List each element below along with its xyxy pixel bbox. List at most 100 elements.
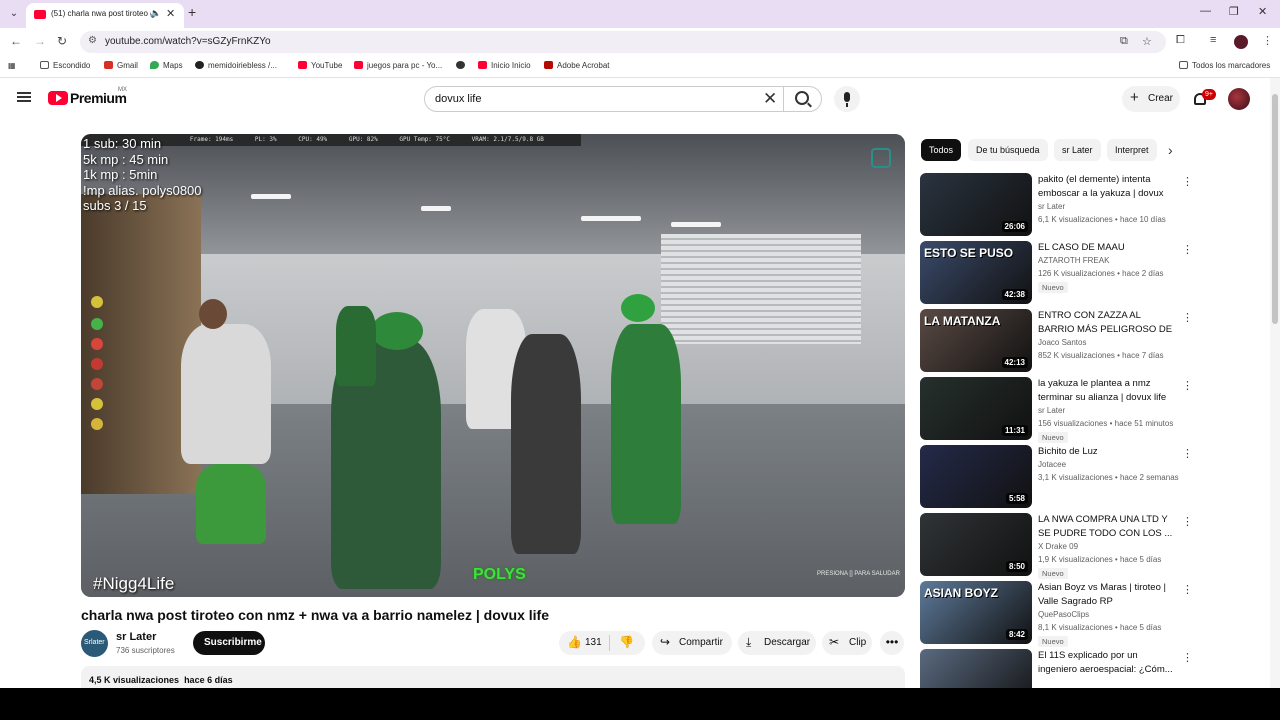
- reload-icon[interactable]: ↻: [57, 34, 67, 48]
- recommendation-card[interactable]: 11:31 la yakuza le plantea a nmz terminar…: [920, 377, 1193, 443]
- download-button[interactable]: ⤓ Descargar: [738, 631, 816, 655]
- recommendation-channel[interactable]: QuePasoClips: [1038, 610, 1089, 619]
- chips-next-chevron-icon[interactable]: ›: [1168, 142, 1173, 158]
- bookmark-star-icon[interactable]: ☆: [1142, 35, 1152, 48]
- browser-menu-icon[interactable]: ⋮: [1262, 34, 1273, 47]
- bookmark-escondido[interactable]: Escondido: [40, 61, 90, 70]
- subscribe-button[interactable]: Suscribirme: [193, 631, 265, 655]
- github-icon: [195, 61, 204, 69]
- recommendation-menu-icon[interactable]: ⋮: [1182, 379, 1193, 392]
- bookmark-youtube[interactable]: YouTube: [298, 61, 342, 70]
- bookmark-acrobat[interactable]: Adobe Acrobat: [544, 61, 609, 70]
- new-tab-icon[interactable]: +: [188, 4, 196, 20]
- recommendation-thumbnail[interactable]: [920, 649, 1032, 688]
- recommendation-menu-icon[interactable]: ⋮: [1182, 651, 1193, 664]
- recommendation-card[interactable]: 26:06 pakito (el demente) intenta embosca…: [920, 173, 1193, 237]
- recommendation-menu-icon[interactable]: ⋮: [1182, 583, 1193, 596]
- recommendation-title[interactable]: Asian Boyz vs Maras | tiroteo | Valle Sa…: [1038, 581, 1174, 608]
- bookmark-gmail[interactable]: Gmail: [104, 61, 138, 70]
- page-scrollbar[interactable]: [1270, 78, 1280, 688]
- channel-avatar[interactable]: Srlater: [81, 630, 108, 657]
- profile-avatar[interactable]: [1234, 35, 1248, 49]
- recommendation-card[interactable]: 8:50 LA NWA COMPRA UNA LTD Y SE PUDRE TOD…: [920, 513, 1193, 579]
- recommendation-thumbnail[interactable]: 8:50: [920, 513, 1032, 576]
- cast-icon[interactable]: ⧉: [1120, 35, 1128, 48]
- recommendation-menu-icon[interactable]: ⋮: [1182, 311, 1193, 324]
- window-close-icon[interactable]: ✕: [1258, 5, 1267, 18]
- channel-name[interactable]: sr Later: [116, 631, 156, 643]
- description-box[interactable]: 4,5 K visualizaciones hace 6 días: [81, 666, 905, 688]
- recommendation-card[interactable]: 5:58 Bichito de Luz Jotacee 3,1 K visualiza…: [920, 445, 1193, 509]
- search-input[interactable]: dovux life: [435, 93, 481, 105]
- recommendation-card[interactable]: LA MATANZA 42:13 ENTRO CON ZAZZA AL BARRIO…: [920, 309, 1193, 373]
- address-bar[interactable]: ⚙ youtube.com/watch?v=sGZyFrnKZYo ⧉ ☆: [80, 31, 1166, 53]
- scrollbar-thumb[interactable]: [1272, 94, 1278, 324]
- recommendation-title[interactable]: LA NWA COMPRA UNA LTD Y SE PUDRE TODO CO…: [1038, 513, 1174, 540]
- recommendation-thumbnail[interactable]: 5:58: [920, 445, 1032, 508]
- recommendation-card[interactable]: ASIAN BOYZ 8:42 Asian Boyz vs Maras | tiro…: [920, 581, 1193, 647]
- recommendation-menu-icon[interactable]: ⋮: [1182, 175, 1193, 188]
- all-bookmarks[interactable]: Todos los marcadores: [1179, 61, 1270, 70]
- recommendation-channel[interactable]: Jotacee: [1038, 460, 1066, 469]
- tab-close-icon[interactable]: ✕: [166, 7, 175, 20]
- recommendation-channel[interactable]: Joaco Santos: [1038, 338, 1086, 347]
- chip-interpret[interactable]: Interpret: [1107, 139, 1157, 161]
- recommendation-channel[interactable]: AZTAROTH FREAK: [1038, 256, 1109, 265]
- recommendation-channel[interactable]: X Drake 09: [1038, 542, 1078, 551]
- recommendation-thumbnail[interactable]: LA MATANZA 42:13: [920, 309, 1032, 372]
- apps-grid-icon[interactable]: ▦: [8, 61, 16, 70]
- create-button[interactable]: + Crear: [1122, 86, 1180, 112]
- youtube-logo-icon[interactable]: [48, 91, 68, 105]
- site-info-icon[interactable]: ⚙: [88, 35, 97, 46]
- restore-icon[interactable]: ❐: [1229, 5, 1239, 18]
- hamburger-menu-icon[interactable]: [17, 92, 31, 102]
- recommendation-card[interactable]: ESTO SE PUSO 42:38 EL CASO DE MAAU AZTAROTH…: [920, 241, 1193, 305]
- bookmark-globe[interactable]: [456, 61, 469, 70]
- recommendation-title[interactable]: la yakuza le plantea a nmz terminar su a…: [1038, 377, 1174, 404]
- share-button[interactable]: ↪ Compartir: [652, 631, 732, 655]
- recommendation-thumbnail[interactable]: 26:06: [920, 173, 1032, 236]
- chip-de-tu-busqueda[interactable]: De tu búsqueda: [968, 139, 1048, 161]
- recommendation-title[interactable]: EL CASO DE MAAU: [1038, 241, 1174, 255]
- recommendation-channel[interactable]: sr Later: [1038, 202, 1065, 211]
- browser-tab[interactable]: (51) charla nwa post tiroteo c 🔈 ✕: [26, 3, 184, 28]
- account-avatar[interactable]: [1228, 88, 1250, 110]
- search-icon[interactable]: [795, 91, 809, 105]
- recommendation-thumbnail[interactable]: ASIAN BOYZ 8:42: [920, 581, 1032, 644]
- recommendation-title[interactable]: Bichito de Luz: [1038, 445, 1174, 459]
- bookmark-juegos[interactable]: juegos para pc - Yo...: [354, 61, 442, 70]
- dislike-thumb-icon[interactable]: 👎: [619, 635, 634, 649]
- like-count[interactable]: 131: [585, 637, 602, 648]
- bookmark-maps[interactable]: Maps: [150, 61, 183, 70]
- recommendation-title[interactable]: El 11S explicado por un ingeniero aeroes…: [1038, 649, 1174, 676]
- bookmark-github[interactable]: memidoiriebless /...: [195, 61, 277, 70]
- minimize-icon[interactable]: —: [1200, 5, 1211, 17]
- back-icon[interactable]: ←: [10, 34, 22, 48]
- forward-icon[interactable]: →: [34, 34, 46, 48]
- tab-search-chevron-icon[interactable]: ⌄: [6, 6, 22, 22]
- recommendation-menu-icon[interactable]: ⋮: [1182, 243, 1193, 256]
- url-text[interactable]: youtube.com/watch?v=sGZyFrnKZYo: [105, 36, 271, 47]
- search-box[interactable]: dovux life ✕: [424, 86, 822, 112]
- recommendation-channel[interactable]: sr Later: [1038, 406, 1065, 415]
- clip-button[interactable]: ✂ Clip: [822, 631, 872, 655]
- clear-search-icon[interactable]: ✕: [763, 89, 777, 109]
- chip-sr-later[interactable]: sr Later: [1054, 139, 1101, 161]
- character-figure: [511, 334, 581, 554]
- recommendation-menu-icon[interactable]: ⋮: [1182, 515, 1193, 528]
- recommendation-menu-icon[interactable]: ⋮: [1182, 447, 1193, 460]
- chip-todos[interactable]: Todos: [921, 139, 962, 161]
- more-actions-icon[interactable]: •••: [880, 631, 904, 655]
- recommendation-thumbnail[interactable]: 11:31: [920, 377, 1032, 440]
- extensions-icon[interactable]: ⧠: [1176, 34, 1185, 47]
- like-thumb-icon[interactable]: 👍: [567, 635, 582, 649]
- bookmark-inicio[interactable]: Inicio Inicio: [478, 61, 531, 70]
- microphone-icon[interactable]: [834, 86, 860, 112]
- recommendation-thumbnail[interactable]: ESTO SE PUSO 42:38: [920, 241, 1032, 304]
- recommendation-card[interactable]: El 11S explicado por un ingeniero aeroes…: [920, 649, 1193, 688]
- recommendation-title[interactable]: pakito (el demente) intenta emboscar a l…: [1038, 173, 1174, 200]
- recommendation-title[interactable]: ENTRO CON ZAZZA AL BARRIO MÁS PELIGROSO …: [1038, 309, 1174, 336]
- media-controls-icon[interactable]: ≡: [1210, 34, 1216, 46]
- video-player[interactable]: Frame: 194ms PL: 3% CPU: 49% GPU: 82% GP…: [81, 134, 905, 597]
- audio-playing-icon[interactable]: 🔈: [150, 8, 161, 19]
